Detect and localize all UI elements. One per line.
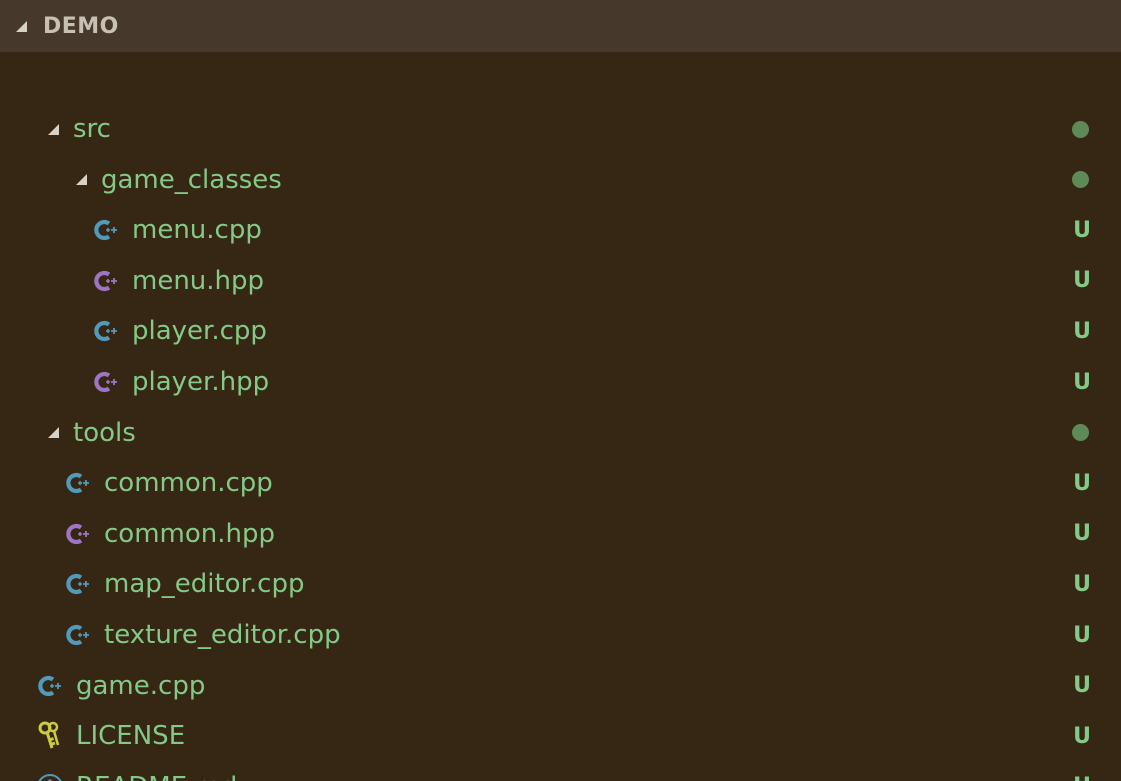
tree-row-content: map_editor.cpp bbox=[64, 569, 304, 599]
tree-item-label: game_classes bbox=[101, 164, 282, 195]
cpp-file-icon bbox=[36, 672, 64, 700]
untracked-status-badge: U bbox=[1073, 571, 1091, 597]
tree-row-content: common.cpp bbox=[64, 468, 273, 498]
tree-item-label: common.cpp bbox=[104, 468, 273, 499]
cpp-file-icon bbox=[92, 216, 120, 244]
untracked-status-badge: U bbox=[1073, 723, 1091, 749]
key-icon bbox=[36, 721, 64, 750]
tree-item-label: tools bbox=[73, 417, 136, 448]
tree-item-label: texture_editor.cpp bbox=[104, 620, 341, 650]
untracked-status-badge: U bbox=[1073, 369, 1091, 395]
tree-row-content: texture_editor.cpp bbox=[64, 620, 341, 650]
untracked-status-badge: U bbox=[1073, 217, 1091, 243]
tree-row-content: game_classes bbox=[76, 165, 282, 195]
cpp-file-icon bbox=[92, 317, 120, 345]
tree-item-label: LICENSE bbox=[76, 721, 186, 752]
modified-dot-indicator bbox=[1072, 155, 1091, 205]
modified-dot-indicator bbox=[1072, 408, 1091, 458]
tree-row-content: player.cpp bbox=[92, 316, 267, 346]
tree-row-content: menu.cpp bbox=[92, 215, 262, 245]
hpp-file-icon bbox=[92, 368, 120, 396]
untracked-status-badge: U bbox=[1073, 673, 1091, 699]
tree-row-content: README.md bbox=[36, 772, 237, 781]
cpp-file-icon bbox=[64, 621, 92, 649]
tree-file-row[interactable]: game.cpp U bbox=[0, 661, 1121, 711]
tree-file-row[interactable]: common.hpp U bbox=[0, 509, 1121, 559]
tree-item-label: player.cpp bbox=[132, 316, 267, 347]
tree-item-label: player.hpp bbox=[132, 367, 270, 397]
file-explorer: DEMO src game_classes menu.cpp Umenu.hpp Upl… bbox=[0, 0, 1121, 781]
untracked-status-badge: U bbox=[1073, 470, 1091, 496]
cpp-file-icon bbox=[64, 469, 92, 497]
untracked-status-badge: U bbox=[1073, 268, 1091, 294]
untracked-status-badge: U bbox=[1073, 318, 1091, 344]
tree-row-content: tools bbox=[48, 418, 136, 448]
chevron-down-icon[interactable] bbox=[48, 123, 59, 135]
tree-file-row[interactable]: menu.cpp U bbox=[0, 205, 1121, 255]
tree-file-row[interactable]: LICENSE U bbox=[0, 711, 1121, 761]
explorer-section-header[interactable]: DEMO bbox=[0, 0, 1121, 52]
status-dot-icon bbox=[1072, 424, 1089, 442]
tree-folder-row[interactable]: game_classes bbox=[0, 155, 1121, 205]
tree-item-label: menu.hpp bbox=[132, 265, 265, 296]
tree-file-row[interactable]: player.cpp U bbox=[0, 306, 1121, 356]
untracked-status-badge: U bbox=[1073, 521, 1091, 547]
tree-file-row[interactable]: common.cpp U bbox=[0, 458, 1121, 508]
chevron-down-icon[interactable] bbox=[48, 427, 59, 439]
untracked-status-badge: U bbox=[1073, 762, 1091, 781]
tree-folder-row[interactable]: tools bbox=[0, 408, 1121, 458]
workspace-title: DEMO bbox=[43, 13, 119, 39]
tree-item-label: README.md bbox=[76, 772, 237, 781]
tree-item-label: menu.cpp bbox=[132, 215, 262, 246]
tree-file-row[interactable]: README.md U bbox=[0, 762, 1121, 781]
status-dot-icon bbox=[1072, 171, 1089, 189]
info-icon bbox=[36, 773, 64, 781]
tree-file-row[interactable]: map_editor.cpp U bbox=[0, 559, 1121, 609]
tree-file-row[interactable]: menu.hpp U bbox=[0, 256, 1121, 306]
tree-item-label: src bbox=[73, 114, 111, 144]
tree-row-content: menu.hpp bbox=[92, 266, 264, 296]
tree-item-label: game.cpp bbox=[76, 670, 206, 701]
cpp-file-icon bbox=[64, 570, 92, 598]
tree-folder-row[interactable]: src bbox=[0, 104, 1121, 154]
tree-row-content: common.hpp bbox=[64, 519, 275, 549]
tree-file-row[interactable]: texture_editor.cpp U bbox=[0, 610, 1121, 660]
tree-file-row[interactable]: player.hpp U bbox=[0, 357, 1121, 407]
status-dot-icon bbox=[1072, 120, 1089, 138]
modified-dot-indicator bbox=[1072, 104, 1091, 154]
tree-item-label: common.hpp bbox=[104, 518, 275, 549]
tree-row-content: LICENSE bbox=[36, 721, 185, 751]
tree-item-label: map_editor.cpp bbox=[104, 569, 305, 600]
hpp-file-icon bbox=[92, 267, 120, 295]
untracked-status-badge: U bbox=[1073, 622, 1091, 648]
tree-row-content: player.hpp bbox=[92, 367, 269, 397]
tree-row-content: src bbox=[48, 114, 111, 144]
chevron-down-icon[interactable] bbox=[16, 20, 27, 32]
chevron-down-icon[interactable] bbox=[76, 174, 87, 186]
hpp-file-icon bbox=[64, 520, 92, 548]
tree-row-content: game.cpp bbox=[36, 671, 205, 701]
